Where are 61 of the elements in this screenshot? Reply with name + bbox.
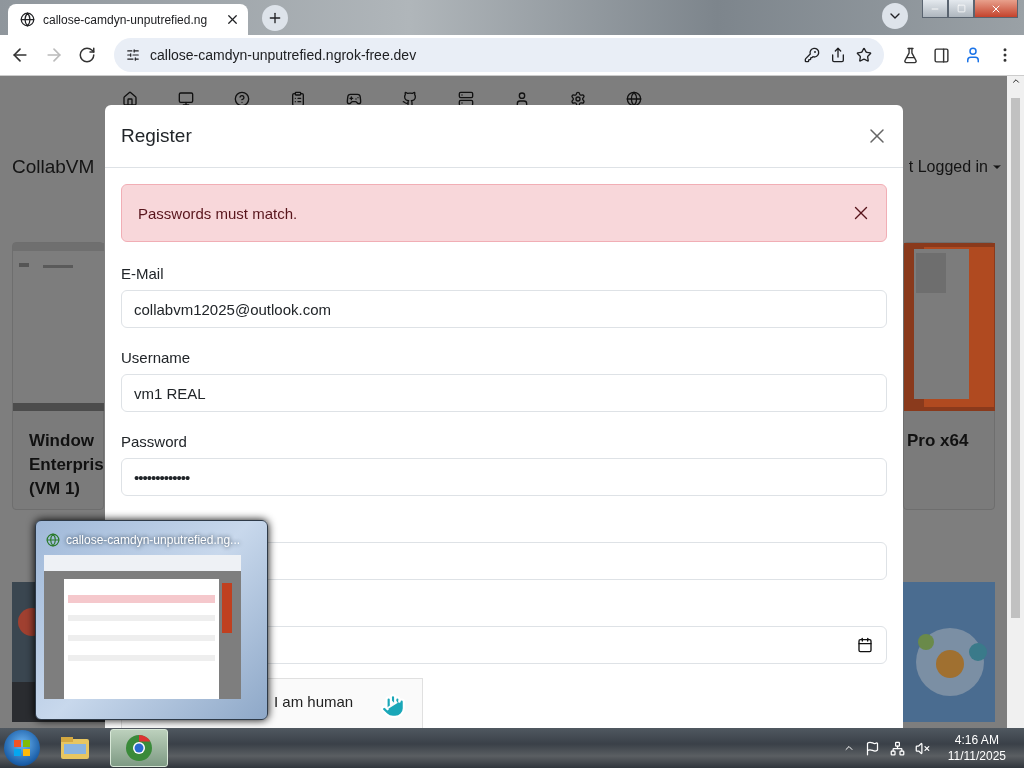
field-label: E-Mail (121, 264, 165, 282)
tab-title: callose-camdyn-unputrefied.ng (43, 12, 209, 27)
flask-icon[interactable] (902, 46, 919, 64)
vm-title: Window Enterpris (VM 1) (28, 430, 103, 500)
new-tab-button[interactable] (262, 5, 288, 31)
help-icon[interactable] (234, 92, 250, 106)
home-icon[interactable] (122, 92, 138, 106)
minimize-button[interactable] (922, 0, 948, 18)
scrollbar-thumb[interactable] (1011, 98, 1020, 618)
start-button[interactable] (4, 730, 40, 766)
site-settings-icon[interactable] (126, 48, 140, 62)
profile-icon[interactable] (964, 46, 982, 64)
input-field[interactable]: vm1 REAL (121, 374, 887, 412)
taskbar-item[interactable] (110, 729, 168, 767)
gamepad-icon[interactable] (346, 92, 362, 106)
maximize-button[interactable] (948, 0, 974, 18)
network-icon[interactable] (889, 740, 905, 756)
vm-title: Pro x64 (906, 430, 970, 452)
clock-date: 11/11/2025 (947, 748, 1006, 764)
volume-muted-icon[interactable] (914, 740, 930, 756)
user-icon[interactable] (514, 92, 530, 106)
plus-icon (267, 10, 283, 26)
browser-tab[interactable]: callose-camdyn-unputrefied.ng (8, 4, 248, 35)
alert-message: Passwords must match. (138, 204, 298, 222)
field-label: Username (121, 348, 192, 366)
field-label: Password (121, 432, 188, 450)
tab-search-button[interactable] (882, 3, 908, 29)
folder-icon (60, 736, 90, 760)
monitor-icon[interactable] (178, 92, 194, 106)
dialog-title: Register (121, 125, 192, 147)
server-icon[interactable] (458, 92, 474, 106)
side-panel-icon[interactable] (933, 46, 950, 64)
vm-card[interactable]: Window Enterpris (VM 1) (12, 242, 104, 510)
clock[interactable]: 4:16 AM 11/11/2025 (947, 732, 1006, 764)
vm-card[interactable]: Pro x64 (903, 242, 995, 510)
share-icon[interactable] (830, 47, 846, 63)
key-icon[interactable] (804, 47, 820, 63)
flag-icon[interactable] (864, 740, 880, 756)
input-field[interactable]: collabvm12025@outlook.com (121, 290, 887, 328)
scroll-up-icon[interactable] (1010, 76, 1021, 86)
windows-logo-icon (13, 739, 31, 757)
maximize-icon (956, 4, 966, 13)
account-menu[interactable]: t Logged in (908, 158, 1003, 176)
settings-icon[interactable] (570, 92, 586, 106)
github-icon[interactable] (402, 92, 418, 106)
address-text: callose-camdyn-unputrefied.ngrok-free.dev (150, 47, 418, 63)
captcha-label: I am human (274, 693, 355, 710)
preview-title: callose-camdyn-unputrefied.ng... (66, 533, 241, 547)
globe-icon (20, 12, 35, 27)
reload-icon[interactable] (78, 46, 96, 64)
brand-name[interactable]: CollabVM (12, 156, 95, 178)
close-icon[interactable] (225, 12, 240, 27)
address-bar[interactable]: callose-camdyn-unputrefied.ngrok-free.dev (114, 38, 884, 72)
globe-icon[interactable] (626, 92, 642, 106)
close-window-button[interactable] (974, 0, 1018, 18)
account-label: t Logged in (908, 158, 988, 176)
password-field[interactable]: ••••••••••••• (121, 458, 887, 496)
star-icon[interactable] (856, 47, 872, 63)
hand-icon (380, 693, 406, 719)
calendar-icon[interactable] (857, 637, 873, 653)
clock-time: 4:16 AM (954, 732, 999, 748)
